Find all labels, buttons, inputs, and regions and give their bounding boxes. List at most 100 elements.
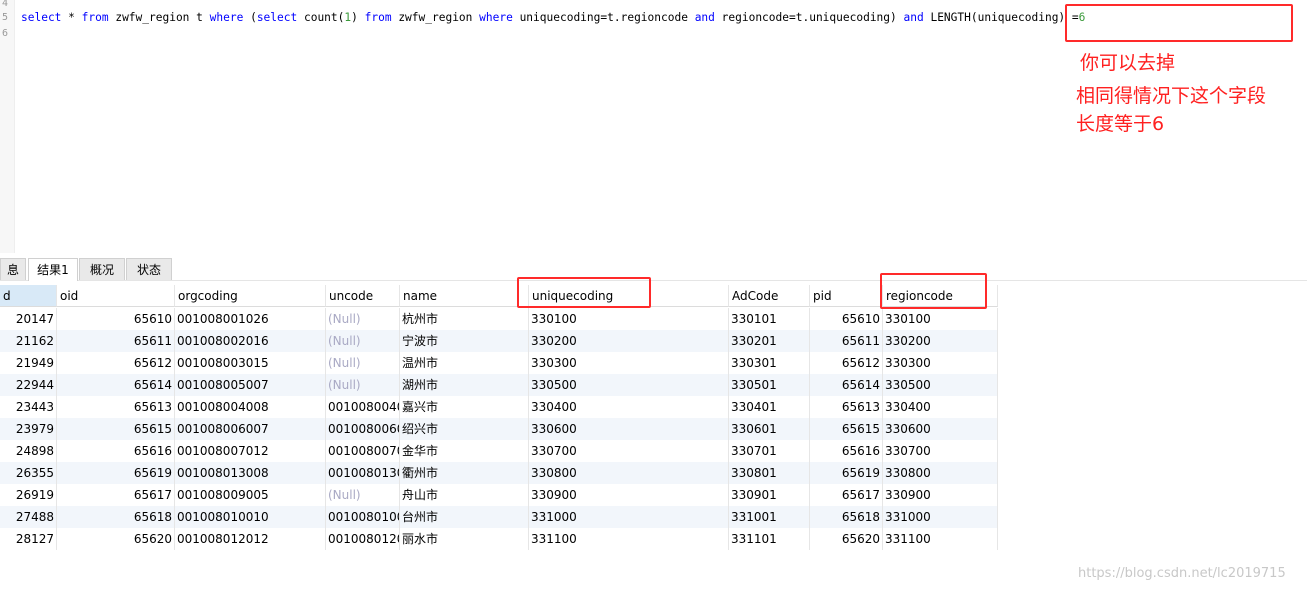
- cell-adcode[interactable]: 330401: [729, 396, 810, 418]
- cell-orgcoding[interactable]: 001008004008: [175, 396, 326, 418]
- cell-uniquecoding[interactable]: 330800: [529, 462, 729, 484]
- cell-pid[interactable]: 65619: [810, 462, 883, 484]
- cell-id[interactable]: 20147: [0, 308, 57, 330]
- cell-uncode[interactable]: 0010080130: [326, 462, 400, 484]
- column-header-pid[interactable]: pid: [810, 285, 883, 307]
- table-row[interactable]: 21162 65611 001008002016 (Null) 宁波市 330200 330…: [0, 330, 998, 352]
- cell-oid[interactable]: 65615: [57, 418, 175, 440]
- cell-pid[interactable]: 65613: [810, 396, 883, 418]
- cell-pid[interactable]: 65615: [810, 418, 883, 440]
- cell-adcode[interactable]: 330301: [729, 352, 810, 374]
- cell-adcode[interactable]: 331101: [729, 528, 810, 550]
- cell-uniquecoding[interactable]: 330600: [529, 418, 729, 440]
- cell-orgcoding[interactable]: 001008010010: [175, 506, 326, 528]
- cell-uncode[interactable]: 0010080040: [326, 396, 400, 418]
- cell-pid[interactable]: 65610: [810, 308, 883, 330]
- cell-id[interactable]: 23979: [0, 418, 57, 440]
- cell-oid[interactable]: 65616: [57, 440, 175, 462]
- cell-pid[interactable]: 65611: [810, 330, 883, 352]
- sql-query-line[interactable]: select * from zwfw_region t where (selec…: [21, 11, 1085, 27]
- cell-name[interactable]: 温州市: [400, 352, 529, 374]
- cell-orgcoding[interactable]: 001008007012: [175, 440, 326, 462]
- cell-id[interactable]: 24898: [0, 440, 57, 462]
- cell-oid[interactable]: 65619: [57, 462, 175, 484]
- cell-id[interactable]: 23443: [0, 396, 57, 418]
- cell-uncode[interactable]: (Null): [326, 484, 400, 506]
- column-header-adcode[interactable]: AdCode: [729, 285, 810, 307]
- cell-id[interactable]: 21162: [0, 330, 57, 352]
- cell-id[interactable]: 28127: [0, 528, 57, 550]
- cell-orgcoding[interactable]: 001008012012: [175, 528, 326, 550]
- cell-pid[interactable]: 65617: [810, 484, 883, 506]
- table-row[interactable]: 22944 65614 001008005007 (Null) 湖州市 330500 330…: [0, 374, 998, 396]
- cell-uncode[interactable]: (Null): [326, 308, 400, 330]
- cell-pid[interactable]: 65616: [810, 440, 883, 462]
- cell-regioncode[interactable]: 331100: [883, 528, 998, 550]
- table-row[interactable]: 21949 65612 001008003015 (Null) 温州市 330300 330…: [0, 352, 998, 374]
- cell-uniquecoding[interactable]: 331100: [529, 528, 729, 550]
- table-row[interactable]: 26919 65617 001008009005 (Null) 舟山市 330900 330…: [0, 484, 998, 506]
- cell-name[interactable]: 杭州市: [400, 308, 529, 330]
- cell-oid[interactable]: 65613: [57, 396, 175, 418]
- cell-uniquecoding[interactable]: 330100: [529, 308, 729, 330]
- cell-oid[interactable]: 65612: [57, 352, 175, 374]
- cell-name[interactable]: 宁波市: [400, 330, 529, 352]
- cell-oid[interactable]: 65617: [57, 484, 175, 506]
- cell-regioncode[interactable]: 330900: [883, 484, 998, 506]
- cell-uniquecoding[interactable]: 331000: [529, 506, 729, 528]
- cell-name[interactable]: 湖州市: [400, 374, 529, 396]
- cell-name[interactable]: 绍兴市: [400, 418, 529, 440]
- column-header-oid[interactable]: oid: [57, 285, 175, 307]
- cell-uncode[interactable]: 0010080060: [326, 418, 400, 440]
- cell-orgcoding[interactable]: 001008006007: [175, 418, 326, 440]
- cell-regioncode[interactable]: 330300: [883, 352, 998, 374]
- cell-orgcoding[interactable]: 001008002016: [175, 330, 326, 352]
- cell-name[interactable]: 金华市: [400, 440, 529, 462]
- cell-uncode[interactable]: 0010080100: [326, 506, 400, 528]
- cell-id[interactable]: 26355: [0, 462, 57, 484]
- cell-regioncode[interactable]: 330800: [883, 462, 998, 484]
- tab-status[interactable]: 状态: [126, 258, 172, 280]
- cell-oid[interactable]: 65611: [57, 330, 175, 352]
- cell-name[interactable]: 衢州市: [400, 462, 529, 484]
- cell-uncode[interactable]: (Null): [326, 374, 400, 396]
- cell-pid[interactable]: 65620: [810, 528, 883, 550]
- cell-oid[interactable]: 65618: [57, 506, 175, 528]
- table-row[interactable]: 23979 65615 001008006007 0010080060 绍兴市 33060…: [0, 418, 998, 440]
- cell-pid[interactable]: 65612: [810, 352, 883, 374]
- cell-name[interactable]: 丽水市: [400, 528, 529, 550]
- cell-adcode[interactable]: 330101: [729, 308, 810, 330]
- tab-result-1[interactable]: 结果1: [28, 258, 78, 281]
- cell-uncode[interactable]: (Null): [326, 330, 400, 352]
- cell-orgcoding[interactable]: 001008001026: [175, 308, 326, 330]
- cell-uncode[interactable]: (Null): [326, 352, 400, 374]
- cell-adcode[interactable]: 330601: [729, 418, 810, 440]
- cell-uncode[interactable]: 0010080070: [326, 440, 400, 462]
- cell-regioncode[interactable]: 330700: [883, 440, 998, 462]
- column-header-id[interactable]: d: [0, 285, 57, 307]
- cell-regioncode[interactable]: 330100: [883, 308, 998, 330]
- cell-pid[interactable]: 65614: [810, 374, 883, 396]
- table-row[interactable]: 27488 65618 001008010010 0010080100 台州市 33100…: [0, 506, 998, 528]
- cell-oid[interactable]: 65614: [57, 374, 175, 396]
- cell-orgcoding[interactable]: 001008009005: [175, 484, 326, 506]
- table-row[interactable]: 28127 65620 001008012012 0010080120 丽水市 33110…: [0, 528, 998, 550]
- cell-uncode[interactable]: 0010080120: [326, 528, 400, 550]
- table-row[interactable]: 26355 65619 001008013008 0010080130 衢州市 33080…: [0, 462, 998, 484]
- cell-id[interactable]: 21949: [0, 352, 57, 374]
- cell-id[interactable]: 26919: [0, 484, 57, 506]
- cell-uniquecoding[interactable]: 330700: [529, 440, 729, 462]
- cell-regioncode[interactable]: 330500: [883, 374, 998, 396]
- column-header-name[interactable]: name: [400, 285, 529, 307]
- cell-uniquecoding[interactable]: 330400: [529, 396, 729, 418]
- table-row[interactable]: 24898 65616 001008007012 0010080070 金华市 33070…: [0, 440, 998, 462]
- cell-pid[interactable]: 65618: [810, 506, 883, 528]
- cell-adcode[interactable]: 330801: [729, 462, 810, 484]
- cell-name[interactable]: 嘉兴市: [400, 396, 529, 418]
- column-header-orgcoding[interactable]: orgcoding: [175, 285, 326, 307]
- cell-uniquecoding[interactable]: 330500: [529, 374, 729, 396]
- cell-uniquecoding[interactable]: 330900: [529, 484, 729, 506]
- cell-regioncode[interactable]: 330600: [883, 418, 998, 440]
- table-row[interactable]: 20147 65610 001008001026 (Null) 杭州市 330100 330…: [0, 308, 998, 330]
- cell-name[interactable]: 台州市: [400, 506, 529, 528]
